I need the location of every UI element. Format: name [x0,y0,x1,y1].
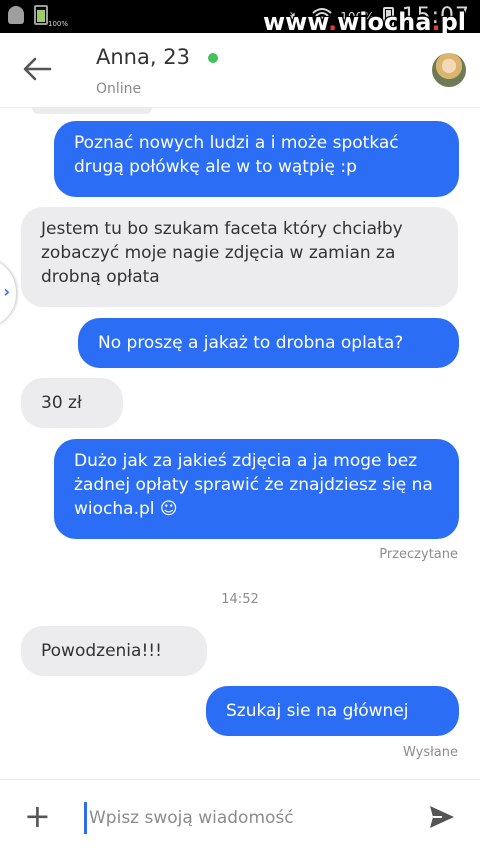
watermark-logo: www.wiocha.pl [262,8,466,36]
avatar[interactable] [432,53,466,87]
send-icon[interactable] [428,804,456,830]
online-indicator [208,53,218,63]
time-divider: 14:52 [221,592,259,607]
message-bubble-outgoing[interactable]: Szukaj sie na głównej [206,686,459,736]
message-bubble-outgoing[interactable]: Dużo jak za jakieś zdjęcia a ja moge bez… [54,439,459,539]
message-bubble-incoming[interactable]: Jestem tu bo szukam faceta który chciałb… [21,207,458,307]
snapchat-icon [8,6,24,24]
battery-app-label: 100% [48,20,69,28]
battery-app-icon [34,5,48,25]
previous-message-peek [32,108,152,114]
sent-receipt: Wysłane [403,745,458,760]
message-composer: + [0,779,480,856]
message-input[interactable] [84,802,391,834]
chevron-right-icon: › [3,282,10,301]
notification-icons [8,5,48,25]
message-bubble-outgoing[interactable]: Poznać nowych ludzi a i może spotkać dru… [54,121,459,197]
contact-name: Anna, 23 [96,45,190,69]
read-receipt: Przeczytane [379,547,458,562]
back-arrow-icon[interactable] [22,57,52,81]
side-panel-handle[interactable]: › [0,258,16,328]
chat-header: Anna, 23 Online [0,33,480,108]
message-list[interactable]: Poznać nowych ludzi a i może spotkać dru… [0,108,480,778]
contact-status: Online [96,81,142,97]
status-bar: 100% 🔇︎ 100% 15:07 www.wiocha.pl [0,0,480,36]
message-bubble-incoming[interactable]: Powodzenia!!! [21,626,207,676]
plus-icon[interactable]: + [24,800,51,832]
message-bubble-outgoing[interactable]: No proszę a jakaż to drobna oplata? [78,318,459,368]
message-bubble-incoming[interactable]: 30 zł [21,378,123,428]
